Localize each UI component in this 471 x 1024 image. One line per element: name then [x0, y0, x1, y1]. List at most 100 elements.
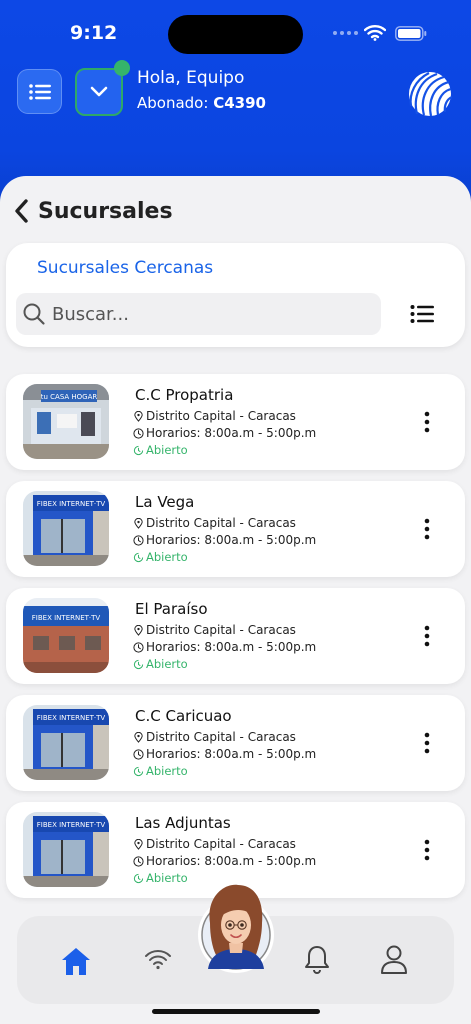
branch-name: El Paraíso [135, 600, 208, 618]
map-pin-icon [134, 517, 143, 529]
nearby-branches-link[interactable]: Sucursales Cercanas [37, 258, 213, 278]
subscriber-label: Abonado: [137, 94, 209, 112]
branch-hours-text: Horarios: 8:00a.m - 5:00p.m [146, 533, 317, 547]
subscriber-info: Abonado: C4390 [137, 94, 266, 112]
branch-hours: Horarios: 8:00a.m - 5:00p.m [133, 533, 316, 547]
branch-photo: FIBEX INTERNET·TV [23, 705, 109, 780]
branch-name: Las Adjuntas [135, 814, 231, 832]
globe-logo-icon [409, 72, 453, 117]
branch-photo-image: FIBEX INTERNET·TV [23, 705, 109, 780]
branch-status-text: Abierto [146, 443, 188, 457]
wifi-icon[interactable] [144, 948, 172, 970]
branch-location-text: Distrito Capital - Caracas [146, 837, 296, 851]
status-time: 9:12 [70, 22, 118, 44]
open-status-icon [133, 873, 144, 883]
home-icon[interactable] [60, 946, 92, 976]
branch-card[interactable]: FIBEX INTERNET·TV C.C Caricuao Distrito Ca… [6, 695, 465, 791]
clock-icon [133, 427, 144, 439]
assistant-avatar-button[interactable] [196, 875, 276, 975]
branch-location: Distrito Capital - Caracas [133, 623, 296, 637]
home-indicator [152, 1009, 320, 1014]
branch-location: Distrito Capital - Caracas [133, 409, 296, 423]
branch-card[interactable]: FIBEX INTERNET·TV La Vega Distrito Capital… [6, 481, 465, 577]
list-icon [28, 83, 51, 100]
branch-location-text: Distrito Capital - Caracas [146, 623, 296, 637]
store-sign-text: FIBEX INTERNET·TV [37, 714, 106, 722]
store-sign-text: tu CASA HOGAR [41, 393, 98, 401]
branch-photo: tu CASA HOGAR [23, 384, 109, 459]
open-status-icon [133, 659, 144, 669]
branch-photo: FIBEX INTERNET·TV [23, 491, 109, 566]
branch-name: La Vega [135, 493, 195, 511]
more-vertical-icon[interactable] [421, 624, 433, 648]
map-pin-icon [134, 410, 143, 422]
store-sign-text: FIBEX INTERNET·TV [37, 500, 106, 508]
online-indicator [114, 60, 130, 76]
map-pin-icon [134, 838, 143, 850]
list-view-icon[interactable] [410, 304, 434, 324]
clock-icon [133, 534, 144, 546]
status-bar: 9:12 [0, 0, 471, 60]
branch-hours-text: Horarios: 8:00a.m - 5:00p.m [146, 747, 317, 761]
branch-hours-text: Horarios: 8:00a.m - 5:00p.m [146, 854, 317, 868]
search-input[interactable] [52, 303, 352, 325]
branch-status-text: Abierto [146, 550, 188, 564]
branch-status: Abierto [133, 443, 188, 457]
branch-photo: FIBEX INTERNET·TV [23, 812, 109, 887]
branch-status-text: Abierto [146, 657, 188, 671]
open-status-icon [133, 766, 144, 776]
branch-status: Abierto [133, 550, 188, 564]
branch-location: Distrito Capital - Caracas [133, 516, 296, 530]
branch-hours-text: Horarios: 8:00a.m - 5:00p.m [146, 426, 317, 440]
branch-name: C.C Caricuao [135, 707, 232, 725]
open-status-icon [133, 552, 144, 562]
branch-location: Distrito Capital - Caracas [133, 730, 296, 744]
branch-status-text: Abierto [146, 764, 188, 778]
branch-hours: Horarios: 8:00a.m - 5:00p.m [133, 854, 316, 868]
branch-hours-text: Horarios: 8:00a.m - 5:00p.m [146, 640, 317, 654]
store-sign-text: FIBEX INTERNET·TV [32, 614, 101, 622]
more-vertical-icon[interactable] [421, 838, 433, 862]
map-pin-icon [134, 731, 143, 743]
menu-button[interactable] [17, 69, 62, 114]
more-vertical-icon[interactable] [421, 517, 433, 541]
branch-photo-image: tu CASA HOGAR [23, 384, 109, 459]
branch-hours: Horarios: 8:00a.m - 5:00p.m [133, 426, 316, 440]
page-title: Sucursales [38, 198, 173, 224]
branch-photo: FIBEX INTERNET·TV [23, 598, 109, 673]
branch-status-text: Abierto [146, 871, 188, 885]
chevron-left-icon[interactable] [12, 198, 30, 224]
branch-card[interactable]: tu CASA HOGAR C.C Propatria Distrito Capit… [6, 374, 465, 470]
clock-icon [133, 748, 144, 760]
wifi-status-icon [364, 25, 386, 41]
greeting-text: Hola, Equipo [137, 68, 245, 88]
branch-location-text: Distrito Capital - Caracas [146, 409, 296, 423]
app-header: Hola, Equipo Abonado: C4390 [0, 60, 471, 122]
page-header: Sucursales [12, 196, 173, 226]
search-card: Sucursales Cercanas [6, 243, 465, 347]
clock-icon [133, 641, 144, 653]
branch-status: Abierto [133, 764, 188, 778]
search-box[interactable] [16, 293, 381, 335]
branch-location-text: Distrito Capital - Caracas [146, 516, 296, 530]
chevron-down-icon [90, 86, 108, 97]
map-pin-icon [134, 624, 143, 636]
more-vertical-icon[interactable] [421, 410, 433, 434]
cellular-signal-icon [333, 31, 358, 35]
account-dropdown-button[interactable] [75, 68, 123, 116]
more-vertical-icon[interactable] [421, 731, 433, 755]
battery-icon [395, 26, 427, 41]
user-icon[interactable] [380, 944, 408, 974]
clock-icon [133, 855, 144, 867]
branch-status: Abierto [133, 657, 188, 671]
branch-card[interactable]: FIBEX INTERNET·TV El Paraíso Distrito Capi… [6, 588, 465, 684]
branch-photo-image: FIBEX INTERNET·TV [23, 598, 109, 673]
subscriber-id: C4390 [213, 94, 266, 112]
bell-icon[interactable] [303, 944, 331, 974]
branch-location-text: Distrito Capital - Caracas [146, 730, 296, 744]
branch-photo-image: FIBEX INTERNET·TV [23, 812, 109, 887]
branch-hours: Horarios: 8:00a.m - 5:00p.m [133, 747, 316, 761]
store-sign-text: FIBEX INTERNET·TV [37, 821, 106, 829]
dynamic-island [168, 15, 303, 54]
branch-photo-image: FIBEX INTERNET·TV [23, 491, 109, 566]
